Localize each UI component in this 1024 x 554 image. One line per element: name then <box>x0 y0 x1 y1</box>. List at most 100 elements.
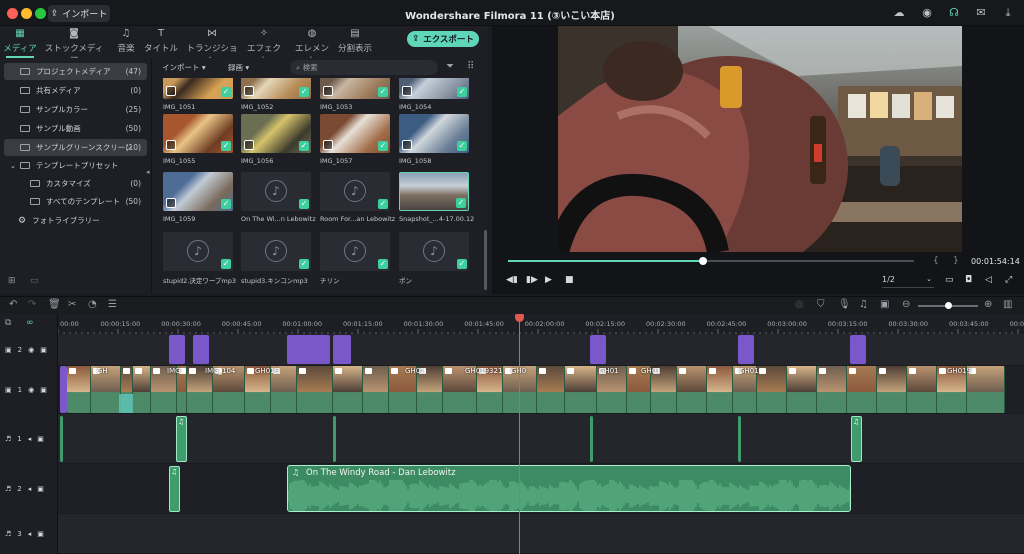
media-thumbnail[interactable]: ✓ <box>163 114 233 153</box>
tab-media[interactable]: ▦ メディア <box>2 28 38 58</box>
caption-icon[interactable]: ▣ <box>880 299 889 310</box>
search-input[interactable]: ⌕ 検索 <box>290 60 438 75</box>
sidebar-item[interactable]: サンプルグリーンスクリーン (10) <box>4 139 147 156</box>
video-clip[interactable] <box>817 366 847 413</box>
playhead[interactable] <box>519 314 520 554</box>
title-clip[interactable] <box>738 335 754 364</box>
audio-clip[interactable] <box>590 416 593 462</box>
support-icon[interactable]: ☊ <box>947 6 961 20</box>
media-thumbnail[interactable]: ♪ ✓ <box>241 172 311 211</box>
play-icon[interactable]: ▶ <box>545 275 552 285</box>
undo-icon[interactable]: ↶ <box>9 299 17 310</box>
step-forward-icon[interactable]: ▮▶ <box>526 275 538 285</box>
title-clip[interactable] <box>333 335 351 364</box>
audio-clip[interactable]: ♫ <box>169 466 180 512</box>
sidebar-item[interactable]: カスタマイズ (0) <box>4 175 147 192</box>
zoom-slider-handle[interactable] <box>945 302 952 309</box>
video-clip[interactable] <box>67 366 91 413</box>
audio-mixer-icon[interactable]: ♫ <box>859 299 868 310</box>
render-icon[interactable]: ◎ <box>795 299 804 310</box>
video-clip[interactable] <box>133 366 151 413</box>
lock-icon[interactable]: ▣ <box>40 346 47 354</box>
audio-clip[interactable] <box>333 416 336 462</box>
close-window-button[interactable] <box>7 8 18 19</box>
maximize-window-button[interactable] <box>35 8 46 19</box>
media-thumbnail[interactable]: ✓ <box>320 78 390 99</box>
prev-marker-icon[interactable]: { <box>933 256 939 266</box>
sidebar-item[interactable]: プロジェクトメディア (47) <box>4 63 147 80</box>
video-clip[interactable] <box>877 366 907 413</box>
video-clip[interactable] <box>677 366 707 413</box>
cloud-icon[interactable]: ☁ <box>892 6 906 20</box>
video-preview[interactable] <box>558 26 962 252</box>
collapse-sidebar-icon[interactable]: ◂ <box>146 168 150 176</box>
new-folder-icon[interactable]: ⊞ <box>8 276 16 286</box>
eye-icon[interactable]: ◉ <box>28 346 34 354</box>
video-clip[interactable] <box>333 366 363 413</box>
step-back-icon[interactable]: ◀▮ <box>506 275 518 285</box>
tab-split-screen[interactable]: ▤ 分割表示 <box>338 28 372 56</box>
quality-select[interactable]: 1/2 ⌄ <box>882 275 934 288</box>
media-scrollbar[interactable] <box>484 230 487 290</box>
selected-clip-segment[interactable] <box>119 394 133 413</box>
import-button[interactable]: ⇪ インポート <box>48 5 110 22</box>
speed-icon[interactable]: ◔ <box>88 299 97 310</box>
video-clip[interactable] <box>537 366 565 413</box>
lock-icon[interactable]: ▣ <box>40 386 47 394</box>
sidebar-item[interactable]: ⚙ フォトライブラリー <box>4 212 147 229</box>
sidebar-item[interactable]: 共有メディア (0) <box>4 82 147 99</box>
title-clip[interactable] <box>850 335 866 364</box>
sidebar-item[interactable]: すべてのテンプレート (50) <box>4 193 147 210</box>
speaker-icon[interactable]: ◂ <box>28 530 32 538</box>
delete-icon[interactable]: 🗑 <box>48 299 61 310</box>
grid-view-icon[interactable]: ⠿ <box>467 61 474 72</box>
split-icon[interactable]: ✂ <box>68 299 76 310</box>
video-clip[interactable] <box>707 366 733 413</box>
volume-icon[interactable]: ◁ <box>985 275 992 285</box>
title-clip[interactable] <box>60 366 67 413</box>
timeline-settings-icon[interactable]: ▥ <box>1003 299 1012 310</box>
folder-icon[interactable]: ▭ <box>30 276 39 286</box>
video-clip[interactable] <box>787 366 817 413</box>
tab-transition[interactable]: ⋈トランジション <box>184 28 240 66</box>
video-clip[interactable] <box>565 366 597 413</box>
timeline-ruler[interactable]: 00:00 00:00:15:00 00:00:30:00 00:00:45:00 00… <box>58 314 1024 335</box>
video-clip[interactable] <box>757 366 787 413</box>
sidebar-item[interactable]: サンプル動画 (50) <box>4 120 147 137</box>
tab-music[interactable]: ♫ 音楽 <box>114 28 138 56</box>
zoom-out-icon[interactable]: ⊖ <box>902 299 910 310</box>
video-clip[interactable] <box>297 366 333 413</box>
audio-clip[interactable]: ♫ <box>176 416 187 462</box>
title-clip[interactable] <box>590 335 606 364</box>
title-clip[interactable] <box>193 335 209 364</box>
tab-title[interactable]: T タイトル <box>144 28 178 56</box>
playback-progress-handle[interactable] <box>698 257 707 265</box>
account-icon[interactable]: ◉ <box>920 6 934 20</box>
media-thumbnail[interactable]: ♪ ✓ <box>320 232 390 271</box>
filter-icon[interactable]: ⏷ <box>446 61 454 72</box>
lock-icon[interactable]: ▣ <box>37 530 44 538</box>
video-clip[interactable] <box>847 366 877 413</box>
tab-element[interactable]: ◍エレメント <box>292 28 332 66</box>
add-track-icon[interactable]: ⧉ <box>5 318 11 328</box>
lock-icon[interactable]: ▣ <box>37 485 44 493</box>
media-thumbnail[interactable]: ✓ <box>399 78 469 99</box>
sidebar-item[interactable]: サンプルカラー (25) <box>4 101 147 118</box>
media-thumbnail[interactable]: ♪ ✓ <box>241 232 311 271</box>
import-dropdown[interactable]: インポート ▾ <box>162 62 206 73</box>
media-thumbnail[interactable]: ✓ <box>320 114 390 153</box>
tab-effect[interactable]: ✧エフェクト <box>244 28 284 66</box>
mail-icon[interactable]: ✉ <box>974 6 988 20</box>
record-dropdown[interactable]: 録画 ▾ <box>228 62 249 73</box>
marker-icon[interactable]: ⛉ <box>817 299 825 310</box>
media-thumbnail[interactable]: ♪ ✓ <box>163 232 233 271</box>
lock-icon[interactable]: ▣ <box>37 435 44 443</box>
redo-icon[interactable]: ↷ <box>28 299 36 310</box>
media-thumbnail[interactable]: ✓ <box>163 78 233 99</box>
media-thumbnail[interactable]: ✓ <box>241 114 311 153</box>
title-clip[interactable] <box>169 335 185 364</box>
speaker-icon[interactable]: ◂ <box>28 485 32 493</box>
media-thumbnail[interactable]: ✓ <box>399 172 469 211</box>
video-clip[interactable] <box>907 366 937 413</box>
next-marker-icon[interactable]: } <box>953 256 959 266</box>
